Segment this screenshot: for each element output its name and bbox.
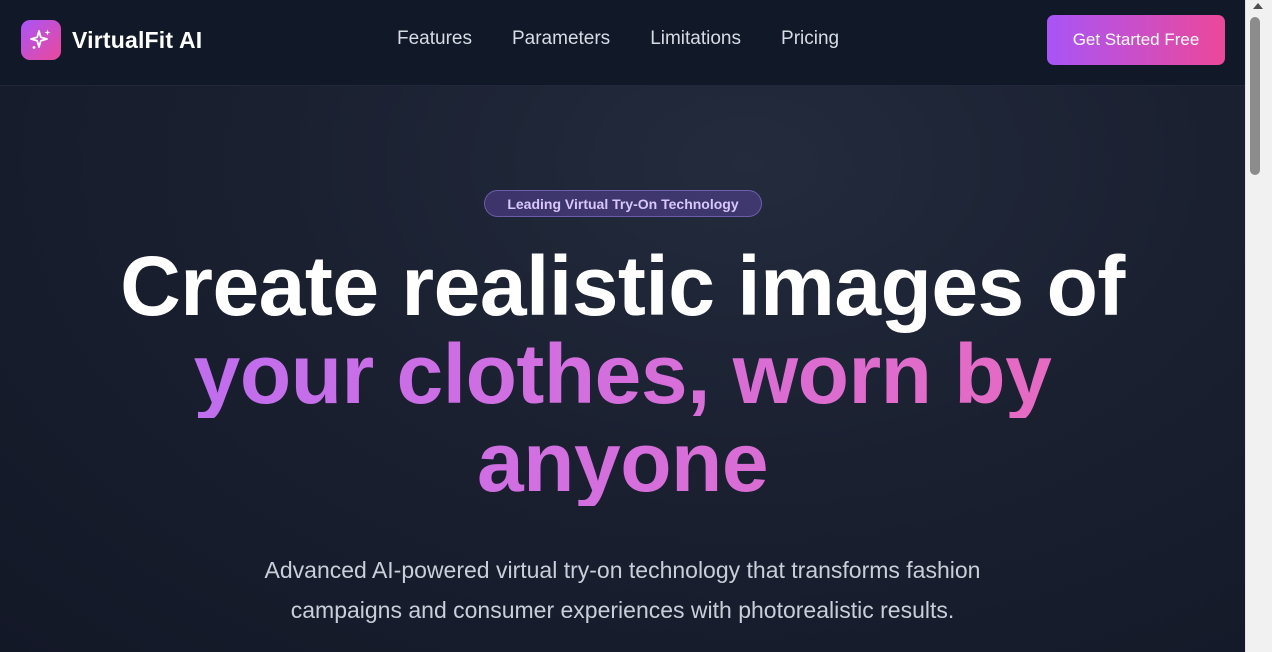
scroll-up-arrow-icon[interactable]	[1253, 3, 1263, 9]
nav-link-features[interactable]: Features	[397, 28, 472, 50]
hero-subtitle: Advanced AI-powered virtual try-on techn…	[190, 550, 1055, 630]
top-navbar: VirtualFit AI Features Parameters Limita…	[0, 0, 1245, 86]
nav-link-pricing[interactable]: Pricing	[781, 28, 839, 50]
scrollbar-thumb[interactable]	[1250, 17, 1260, 175]
subtitle-line-1: Advanced AI-powered virtual try-on techn…	[264, 557, 981, 583]
nav-link-parameters[interactable]: Parameters	[512, 28, 610, 50]
nav-link-limitations[interactable]: Limitations	[650, 28, 741, 50]
sparkles-icon	[21, 20, 61, 60]
vertical-scrollbar[interactable]	[1245, 0, 1272, 652]
hero-badge: Leading Virtual Try-On Technology	[484, 190, 762, 217]
get-started-button[interactable]: Get Started Free	[1047, 15, 1225, 65]
headline-line-2: your clothes, worn by	[0, 330, 1245, 418]
brand-logo[interactable]: VirtualFit AI	[21, 20, 202, 60]
headline-line-3: anyone	[0, 418, 1245, 506]
hero-headline: Create realistic images of your clothes,…	[0, 242, 1245, 506]
page-viewport: VirtualFit AI Features Parameters Limita…	[0, 0, 1245, 652]
brand-name: VirtualFit AI	[72, 26, 203, 53]
subtitle-line-2: campaigns and consumer experiences with …	[290, 597, 955, 623]
main-nav: Features Parameters Limitations Pricing	[397, 28, 879, 50]
headline-line-1: Create realistic images of	[120, 239, 1125, 333]
